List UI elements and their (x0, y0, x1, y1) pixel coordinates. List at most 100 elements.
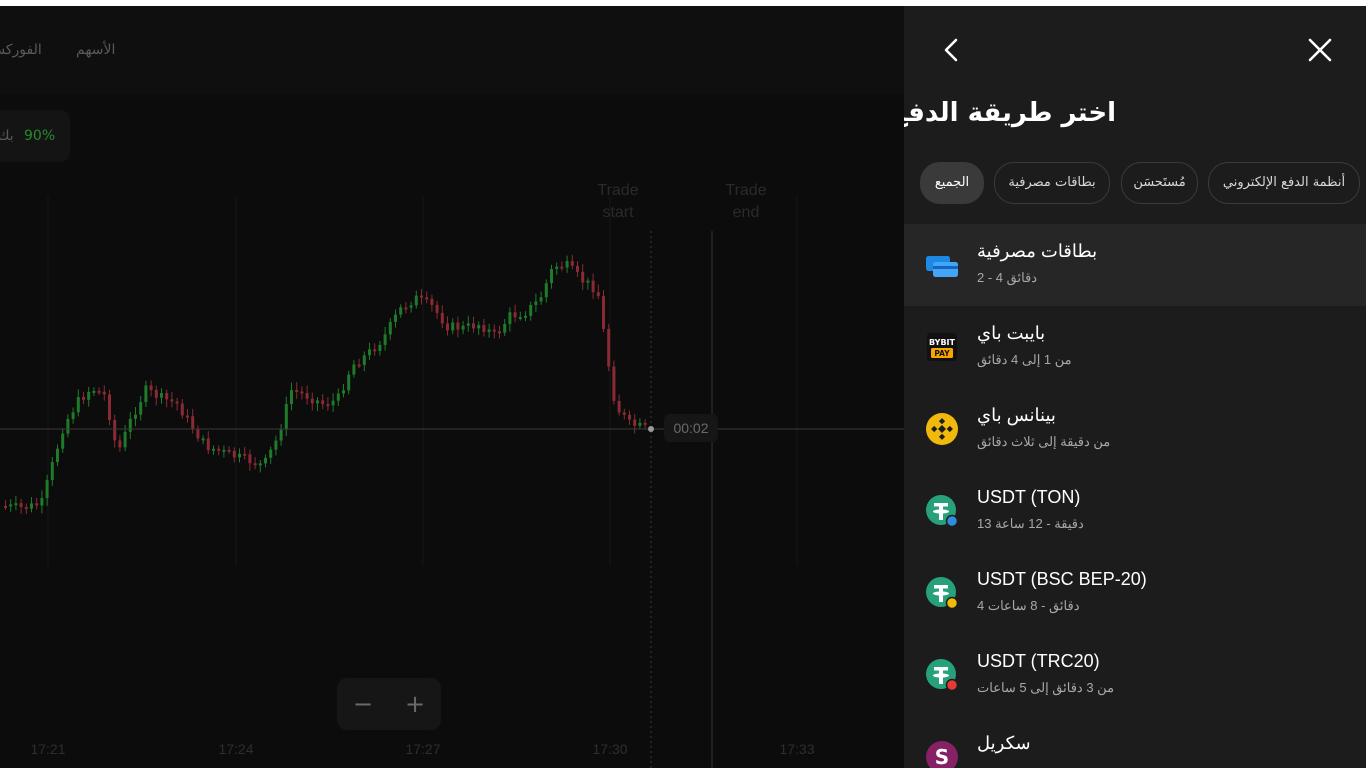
candle-body (461, 325, 465, 330)
candle-body (201, 438, 205, 441)
payment-method-usdt-bsc[interactable]: USDT (BSC BEP-20) 4 دقائق - 8 ساعات (904, 552, 1366, 634)
payment-methods-list: بطاقات مصرفية 2 - 4 دقائق BYBIT PAY بايب… (904, 224, 1366, 768)
candle-body (352, 364, 356, 375)
candle-body (373, 349, 377, 352)
method-name: USDT (TON) (977, 487, 1081, 507)
bybit-pay-icon: BYBIT PAY (927, 333, 957, 361)
back-button[interactable] (934, 32, 970, 68)
candle-body (76, 396, 80, 413)
candle-body (347, 374, 351, 391)
candle-body (524, 315, 527, 318)
candle-body (160, 393, 163, 398)
candle-body (170, 399, 174, 402)
candle-body (581, 271, 585, 283)
candle-body (430, 298, 434, 305)
candle-body (607, 328, 611, 367)
candle-body (35, 503, 39, 506)
candle-body (404, 307, 408, 310)
method-name: سكريل (977, 733, 1031, 753)
trade-timer: 00:02 (664, 414, 718, 442)
candle-body (66, 418, 70, 434)
candlestick-chart[interactable]: 17:21 17:24 17:27 17:30 17:33 (0, 6, 904, 768)
candle-body (357, 364, 361, 367)
candle-body (368, 349, 371, 356)
candle-body (71, 412, 75, 419)
candle-body (264, 457, 267, 464)
candle-body (586, 280, 590, 283)
tab-bank-cards[interactable]: بطاقات مصرفية (994, 162, 1110, 204)
payment-method-usdt-ton[interactable]: USDT (TON) 13 دقيقة - 12 ساعة (904, 470, 1366, 552)
candle-body (529, 304, 533, 316)
panel-title: اختر طريقة الدفع (904, 98, 1116, 128)
svg-text:PAY: PAY (934, 349, 950, 358)
candle-body (50, 462, 54, 481)
candle-body (388, 321, 392, 335)
candle-body (539, 297, 543, 302)
candle-body (482, 325, 486, 332)
candle-body (258, 463, 262, 466)
candle-body (508, 312, 512, 324)
candle-body (19, 503, 23, 508)
payment-method-bybit-pay[interactable]: BYBIT PAY بايبت باي من 1 إلى 4 دقائق (904, 306, 1366, 388)
candle-body (534, 301, 538, 305)
payment-method-panel: اختر طريقة الدفع الجميع بطاقات مصرفية مُ… (904, 6, 1366, 768)
candle-body (425, 297, 429, 300)
candle-body (503, 323, 507, 333)
candle-body (269, 449, 273, 458)
candle-body (565, 261, 569, 268)
method-time: 4 دقائق - 8 ساعات (977, 598, 1080, 613)
payment-method-skrill[interactable]: S سكريل (904, 716, 1366, 768)
tab-recommended[interactable]: مُستَحسَن (1121, 162, 1198, 204)
candle-body (544, 283, 548, 298)
candle-body (513, 312, 517, 318)
candle-body (555, 266, 559, 269)
zoom-controls: − + (337, 678, 441, 730)
candle-body (560, 266, 564, 269)
trade-end-label: Trade end (725, 182, 767, 221)
candle-body (274, 440, 278, 450)
candle-body (414, 295, 418, 306)
candle-body (591, 280, 595, 293)
candle-body (40, 498, 44, 506)
candle-body (456, 322, 460, 330)
candle-body (191, 416, 195, 430)
candle-body (295, 389, 299, 392)
payment-method-usdt-trc20[interactable]: USDT (TRC20) من 3 دقائق إلى 5 ساعات (904, 634, 1366, 716)
candle-body (279, 429, 283, 441)
candle-body (472, 323, 475, 329)
tab-e-payment-systems[interactable]: أنظمة الدفع الإلكتروني (1208, 162, 1360, 204)
candle-body (212, 448, 215, 451)
method-name: بايبت باي (977, 323, 1046, 343)
candle-body (243, 453, 247, 456)
chart-area[interactable]: الأسهم الفوركس 90% بك 17:2117:2417:2717:… (0, 6, 904, 768)
candle-body (378, 344, 382, 351)
candle-body (82, 396, 85, 400)
candle-body (180, 403, 184, 416)
zoom-in-button[interactable]: + (395, 684, 435, 724)
candle-body (24, 507, 28, 510)
candle-body (570, 261, 574, 266)
candle-body (451, 322, 455, 331)
candle-body (498, 331, 501, 334)
candle-body (342, 390, 345, 394)
zoom-out-button[interactable]: − (343, 684, 383, 724)
method-time: من دقيقة إلى ثلاث دقائق (977, 434, 1111, 449)
bank-card-icon (926, 256, 958, 277)
close-button[interactable] (1302, 32, 1338, 68)
payment-method-bank-cards[interactable]: بطاقات مصرفية 2 - 4 دقائق (904, 224, 1366, 306)
candle-body (492, 329, 496, 332)
candle-body (638, 422, 642, 426)
candle-body (217, 448, 221, 451)
candle-body (14, 503, 18, 506)
tab-all[interactable]: الجميع (920, 162, 984, 204)
x-tick-label: 17:33 (779, 741, 814, 757)
candle-body (154, 389, 158, 398)
candle-body (253, 463, 257, 466)
svg-text:BYBIT: BYBIT (929, 338, 956, 347)
candle-body (144, 385, 148, 403)
candle-body (550, 268, 553, 284)
candle-body (134, 414, 137, 419)
candle-body (206, 438, 210, 451)
payment-method-binance-pay[interactable]: بينانس باي من دقيقة إلى ثلاث دقائق (904, 388, 1366, 470)
candle-body (321, 400, 325, 405)
